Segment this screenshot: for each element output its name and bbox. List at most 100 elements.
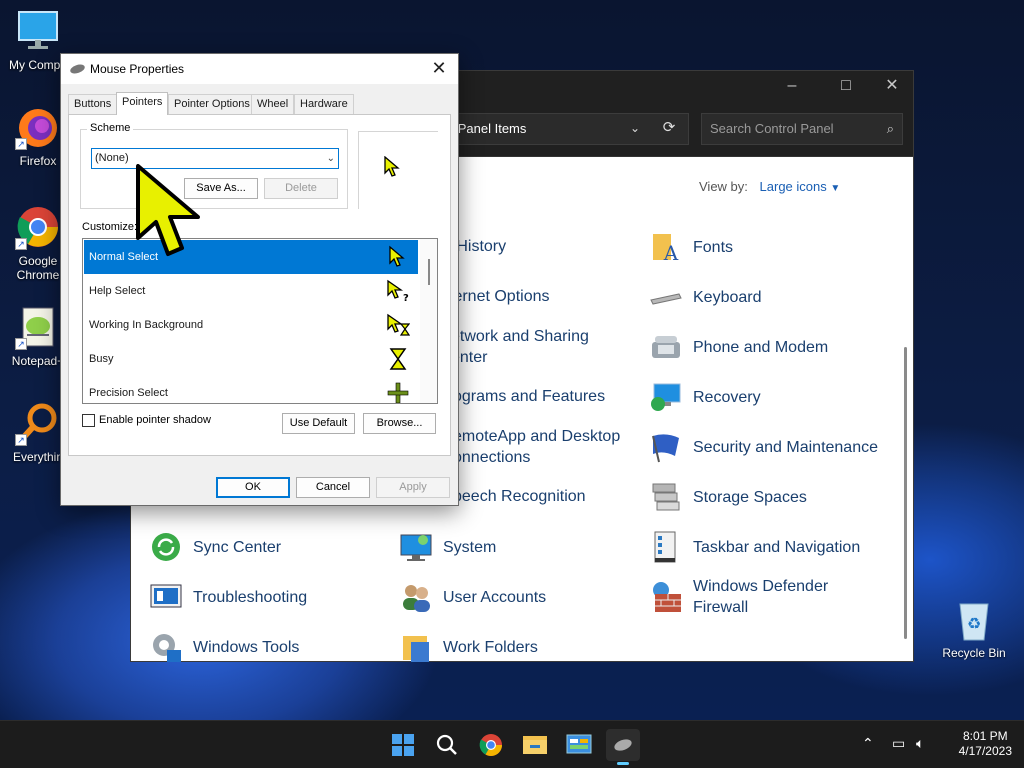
cp-item-remoteapp[interactable]: emoteApp and Desktop onnections bbox=[453, 426, 620, 468]
desktop-icon-recycle-bin[interactable]: ♻ Recycle Bin bbox=[938, 596, 1010, 660]
control-panel-icon[interactable] bbox=[562, 729, 596, 761]
cp-item-internet-options[interactable]: ternet Options bbox=[449, 286, 550, 307]
cp-item-label: ternet Options bbox=[449, 288, 550, 305]
list-item[interactable]: Busy bbox=[84, 342, 418, 376]
dialog-tabs: Buttons Pointers Pointer Options Wheel H… bbox=[68, 92, 448, 115]
file-explorer-icon[interactable] bbox=[518, 729, 552, 761]
cp-item-work-folders[interactable]: Work Folders bbox=[399, 630, 538, 664]
dropdown-arrow-icon: ▼ bbox=[830, 183, 841, 194]
cp-item-windows-tools[interactable]: Windows Tools bbox=[149, 630, 299, 664]
cp-item-label: emoteApp and Desktop bbox=[453, 428, 621, 445]
pointer-name: Help Select bbox=[89, 285, 146, 297]
customize-label: Customize: bbox=[82, 221, 138, 233]
pointer-preview bbox=[358, 131, 438, 209]
svg-text:A: A bbox=[663, 241, 679, 264]
users-icon bbox=[399, 580, 433, 614]
list-item[interactable]: Working In Background bbox=[84, 308, 418, 342]
svg-text:?: ? bbox=[403, 293, 409, 303]
cp-item-phone-modem[interactable]: Phone and Modem bbox=[649, 330, 828, 364]
chrome-icon[interactable] bbox=[474, 729, 508, 761]
cp-item-label: User Accounts bbox=[443, 588, 547, 606]
cp-item-speech-recognition[interactable]: peech Recognition bbox=[453, 486, 586, 507]
search-icon: ⌕ bbox=[886, 121, 894, 136]
cp-item-sync-center[interactable]: Sync Center bbox=[149, 530, 281, 564]
speaker-icon[interactable]: 🔈︎ bbox=[916, 735, 924, 752]
cp-item-label: Taskbar and Navigation bbox=[693, 538, 861, 556]
troubleshooting-icon bbox=[149, 580, 183, 614]
scrollbar-thumb[interactable] bbox=[428, 259, 430, 285]
cp-item-recovery[interactable]: Recovery bbox=[649, 380, 761, 414]
firewall-icon bbox=[649, 580, 683, 614]
pointer-list[interactable]: Normal Select Help Select ? Working In B… bbox=[82, 238, 438, 404]
network-icon[interactable]: ▭ bbox=[892, 735, 905, 752]
address-field[interactable]: ol Panel Items bbox=[431, 113, 689, 145]
list-item[interactable]: Precision Select bbox=[84, 376, 418, 403]
cp-item-windows-defender-firewall[interactable]: Windows Defender Firewall bbox=[649, 576, 828, 618]
scheme-group: Scheme (None) ⌄ Save As... Delete bbox=[80, 122, 348, 209]
cp-item-label-wrap: emoteApp and Desktop onnections bbox=[453, 426, 620, 468]
list-item[interactable]: Help Select ? bbox=[84, 274, 418, 308]
delete-button[interactable]: Delete bbox=[264, 178, 338, 199]
cp-item-keyboard[interactable]: Keyboard bbox=[649, 280, 762, 314]
scheme-select[interactable]: (None) ⌄ bbox=[91, 148, 339, 169]
tab-wheel[interactable]: Wheel bbox=[251, 94, 295, 114]
search-control-panel-input[interactable]: Search Control Panel ⌕ bbox=[701, 113, 903, 145]
mouse-properties-taskbar-icon[interactable] bbox=[606, 729, 640, 765]
cp-item-label-wrap: etwork and Sharing enter bbox=[451, 326, 589, 368]
cp-item-label-wrap: Windows Defender Firewall bbox=[693, 576, 828, 618]
cp-item-label: Work Folders bbox=[443, 638, 538, 656]
cp-item-security-maintenance[interactable]: Security and Maintenance bbox=[649, 430, 878, 464]
tab-buttons[interactable]: Buttons bbox=[68, 94, 118, 114]
ok-button[interactable]: OK bbox=[216, 477, 290, 498]
view-by-control[interactable]: View by: Large icons ▼ bbox=[699, 179, 840, 194]
mouse-properties-dialog: Mouse Properties ✕ Buttons Pointers Poin… bbox=[60, 53, 459, 506]
cp-item-fonts[interactable]: A Fonts bbox=[649, 230, 734, 265]
apply-button[interactable]: Apply bbox=[376, 477, 450, 498]
start-icon[interactable] bbox=[386, 729, 420, 761]
pointer-list-scrollbar[interactable] bbox=[420, 239, 437, 403]
cp-item-user-accounts[interactable]: User Accounts bbox=[399, 580, 546, 614]
enable-pointer-shadow-checkbox[interactable] bbox=[82, 414, 95, 427]
use-default-button[interactable]: Use Default bbox=[282, 413, 355, 434]
close-button[interactable]: ✕ bbox=[869, 71, 915, 103]
control-panel-scrollbar[interactable] bbox=[904, 347, 907, 639]
tab-pointer-options[interactable]: Pointer Options bbox=[168, 94, 256, 114]
shortcut-arrow-icon: ↗ bbox=[15, 138, 27, 150]
browse-button[interactable]: Browse... bbox=[363, 413, 436, 434]
cp-item-troubleshooting[interactable]: Troubleshooting bbox=[149, 580, 307, 614]
clock-time: 8:01 PM bbox=[962, 729, 1008, 743]
monitor-icon bbox=[15, 8, 61, 54]
cp-item-label: Windows Defender bbox=[693, 578, 829, 595]
chevron-up-icon[interactable]: ⌃ bbox=[862, 735, 874, 752]
arrow-cursor-icon bbox=[389, 245, 405, 267]
cp-item-taskbar-navigation[interactable]: Taskbar and Navigation bbox=[649, 530, 860, 564]
mouse-pointer-cursor bbox=[136, 164, 200, 256]
cp-item-label: Fonts bbox=[693, 238, 734, 256]
refresh-icon[interactable]: ⟳ bbox=[655, 113, 683, 145]
cp-item-system[interactable]: System bbox=[399, 530, 496, 564]
chevron-down-icon[interactable]: ⌄ bbox=[623, 113, 647, 145]
view-by-value[interactable]: Large icons bbox=[760, 179, 827, 194]
cp-item-network-sharing[interactable]: etwork and Sharing enter bbox=[451, 326, 589, 368]
clock[interactable]: 8:01 PM 4/17/2023 bbox=[959, 729, 1012, 759]
active-indicator bbox=[617, 762, 629, 765]
cp-item-programs-features[interactable]: ograms and Features bbox=[453, 386, 605, 407]
pointer-name: Precision Select bbox=[89, 387, 168, 399]
taskbar: ⌃ ▭ 🔈︎ 8:01 PM 4/17/2023 bbox=[0, 720, 1024, 768]
cancel-button[interactable]: Cancel bbox=[296, 477, 370, 498]
maximize-button[interactable]: □ bbox=[823, 71, 869, 103]
dialog-title: Mouse Properties bbox=[90, 62, 185, 76]
dialog-titlebar[interactable]: Mouse Properties ✕ bbox=[61, 54, 458, 84]
pointer-name: Busy bbox=[89, 353, 114, 365]
tab-hardware[interactable]: Hardware bbox=[294, 94, 354, 114]
firefox-icon: ↗ bbox=[15, 104, 61, 150]
close-icon[interactable]: ✕ bbox=[426, 56, 452, 82]
cp-item-storage-spaces[interactable]: Storage Spaces bbox=[649, 480, 807, 514]
cp-item-label: etwork and Sharing bbox=[451, 328, 589, 345]
shortcut-arrow-icon: ↗ bbox=[15, 338, 27, 350]
tab-pointers[interactable]: Pointers bbox=[116, 92, 169, 115]
minimize-button[interactable]: – bbox=[769, 71, 815, 103]
mouse-icon bbox=[69, 62, 86, 76]
search-icon[interactable] bbox=[430, 729, 464, 761]
taskbar-icon bbox=[649, 530, 683, 564]
